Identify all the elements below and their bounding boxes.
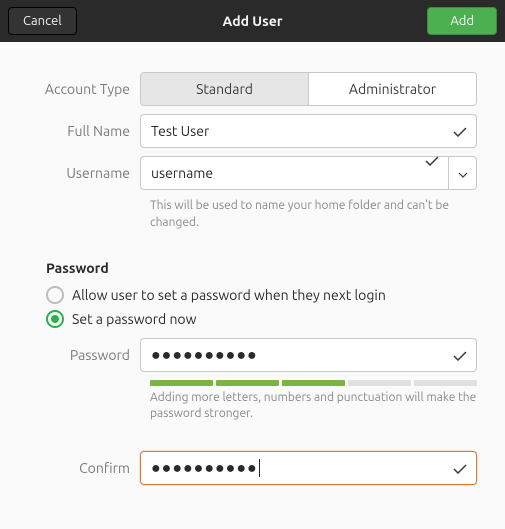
- full-name-row: Full Name: [28, 114, 477, 148]
- dialog-header: Cancel Add User Add: [0, 0, 505, 42]
- password-input[interactable]: ●●●●●●●●●●: [140, 338, 477, 372]
- full-name-input[interactable]: [140, 114, 477, 148]
- strength-segment: [216, 380, 279, 386]
- account-type-toggle: Standard Administrator: [140, 72, 477, 106]
- password-row: Password ●●●●●●●●●●: [28, 338, 477, 372]
- confirm-input[interactable]: ●●●●●●●●●●: [140, 451, 477, 485]
- chevron-down-icon: [458, 164, 468, 182]
- password-strength-hint: Adding more letters, numbers and punctua…: [150, 390, 477, 424]
- account-type-label: Account Type: [28, 81, 140, 97]
- radio-set-now-label: Set a password now: [72, 311, 196, 327]
- account-type-row: Account Type Standard Administrator: [28, 72, 477, 106]
- radio-set-now[interactable]: Set a password now: [46, 310, 477, 328]
- cancel-button[interactable]: Cancel: [8, 7, 77, 35]
- strength-segment: [414, 380, 477, 386]
- strength-segment: [348, 380, 411, 386]
- dialog-content: Account Type Standard Administrator Full…: [0, 42, 505, 485]
- confirm-label: Confirm: [28, 460, 140, 476]
- radio-icon: [46, 310, 64, 328]
- username-dropdown-button[interactable]: [449, 156, 477, 190]
- password-strength-meter: [150, 380, 477, 386]
- password-section-title: Password: [46, 260, 477, 276]
- strength-segment: [282, 380, 345, 386]
- username-label: Username: [28, 165, 140, 181]
- username-hint: This will be used to name your home fold…: [150, 198, 477, 232]
- radio-next-login[interactable]: Allow user to set a password when they n…: [46, 286, 477, 304]
- confirm-row: Confirm ●●●●●●●●●●: [28, 451, 477, 485]
- text-cursor: [259, 459, 260, 477]
- strength-segment: [150, 380, 213, 386]
- administrator-option[interactable]: Administrator: [309, 73, 476, 105]
- radio-next-login-label: Allow user to set a password when they n…: [72, 287, 386, 303]
- radio-icon: [46, 286, 64, 304]
- add-button[interactable]: Add: [427, 7, 497, 35]
- username-row: Username: [28, 156, 477, 190]
- username-input[interactable]: [140, 156, 449, 190]
- standard-option[interactable]: Standard: [141, 73, 309, 105]
- password-label: Password: [28, 347, 140, 363]
- full-name-label: Full Name: [28, 123, 140, 139]
